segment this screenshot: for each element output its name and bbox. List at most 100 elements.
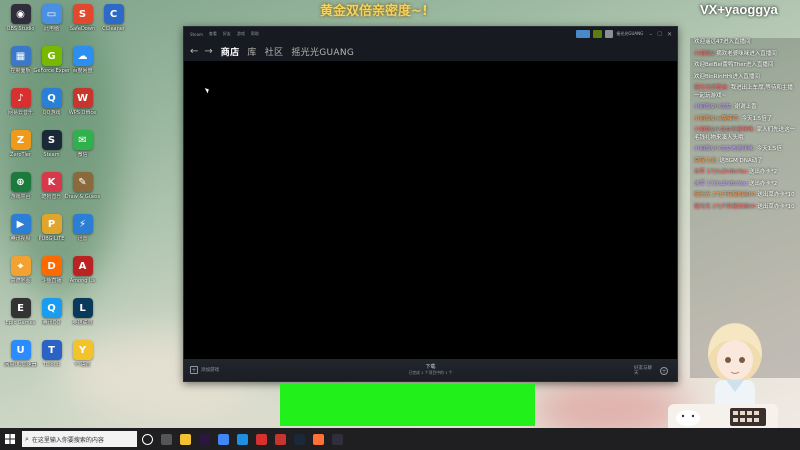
chat-message: 冰军 17|YuZhiBoYao 送出办卡*2 [690,180,800,190]
account-menu[interactable]: 摇光光GUANG [616,31,643,37]
taskbar-search-box[interactable]: ⌕ 在这里输入你要搜索的内容 [22,431,137,447]
desktop-icon[interactable]: S SafeDown [66,4,99,44]
desktop-icon[interactable]: L 英雄联盟 [66,298,99,338]
desktop-icon[interactable]: ▭ 此电脑 [35,4,68,44]
menu-item-view[interactable]: 查看 [209,31,217,37]
steam-window[interactable]: Steam 查看 好友 游戏 帮助 摇光光GUANG – □ ✕ ← → 商店 … [183,26,678,382]
chat-text: 今天1.5倍 [756,146,782,152]
desktop-icon[interactable]: ⌖ 高德地图 [4,256,37,296]
windows-start-icon[interactable] [1,430,19,448]
chat-text: 这BGM DNA动了 [719,157,763,164]
cortana-icon[interactable] [138,430,156,448]
firefox-icon[interactable] [309,430,327,448]
add-game-button[interactable]: 添加游戏 [201,367,219,373]
maximize-icon[interactable]: □ [657,31,662,37]
chat-text: 今天1.5倍了 [741,115,773,122]
app-icon: ◉ [10,4,31,24]
chat-text: 送出办卡*2 [748,180,778,187]
tab-store[interactable]: 商店 [221,45,240,58]
chat-username: 小丽饭♀小龙女: [694,104,735,110]
wps-icon[interactable] [271,430,289,448]
desktop-icon-label: 迅雷 [77,236,88,242]
search-icon: ⌕ [25,434,29,443]
avatar[interactable] [605,30,614,38]
desktop-icon[interactable]: W WPS Office [66,88,99,128]
desktop-icon[interactable]: E Epic Games [4,298,37,338]
desktop-icon[interactable]: ⚡ 迅雷 [66,214,99,254]
app-icon: ▶ [10,214,31,234]
desktop-icon[interactable]: K 酷狗音乐 [35,172,68,212]
desktop-icon[interactable]: S Steam [35,130,68,170]
netease-music-icon[interactable] [252,430,270,448]
desktop-icon[interactable]: ✉ 微信 [66,130,99,170]
chat-text: 送出草办卡*10 [757,203,795,210]
friends-chat-label: 好友与聊天 [634,366,652,376]
chat-username: 摇光光 27|只有摇如画00 [694,203,758,210]
desktop-icon[interactable]: ▦ 控制面板 [4,46,37,86]
app-icon: D [41,256,62,276]
adobe-premiere-icon[interactable] [195,430,213,448]
app-icon: ☁ [72,46,93,66]
app-icon: ✎ [72,172,93,192]
tab-profile[interactable]: 摇光光GUANG [291,45,354,58]
chat-message: 小丽饭♀ne酸辣鸡: 今天1.5倍了 [690,115,800,125]
desktop-icon[interactable]: D 斗鱼直播 [35,256,68,296]
desktop-icon[interactable]: ⊕ 游戏平台 [4,172,37,212]
desktop-icon-label: Among Us [69,278,96,284]
desktop-icon[interactable]: Z ZeroTier [4,130,37,170]
desktop-icon[interactable]: P PUBG LITE [35,214,68,254]
chat-message: 小丽饭♀小龙女老婆咪咪: 家人们先送这一毛钱礼物来凑人头哦 [690,126,800,143]
desktop-icon[interactable]: ♪ 网易云音乐 [4,88,37,128]
notification-icon[interactable] [593,30,603,38]
windows-taskbar: ⌕ 在这里输入你要搜索的内容 [0,428,800,450]
desktop-icon[interactable]: Y YY语音 [66,340,99,380]
chat-message: 冰军 17|YuZhiBoYao 送出办卡*2 [690,168,800,178]
chat-text: 欢迎遥远47进入直播间 [694,39,751,45]
steam-icon[interactable] [290,430,308,448]
desktop-icon[interactable]: A Among Us [66,256,99,296]
desktop-icon[interactable]: U 网易UU加速器 [4,340,37,380]
desktop-icon[interactable]: ☁ 百度网盘 [66,46,99,86]
app-icon: Q [41,88,62,108]
desktop-icon[interactable]: Q QQ游戏 [35,88,68,128]
tab-library[interactable]: 库 [247,45,256,58]
app-icon: P [41,214,62,234]
chat-username: 冰军 17|YuZhiBoYao [694,169,749,175]
app-icon: ▦ [10,46,31,66]
menu-item-friends[interactable]: 好友 [223,31,231,37]
chrome-icon[interactable] [214,430,232,448]
minimize-icon[interactable]: – [649,31,652,38]
download-status[interactable]: 下载 已完成 1 个项目中的 1 个 [409,363,453,376]
desktop-icon[interactable]: Q 腾讯QQ [35,298,68,338]
chat-text: 谢谢上香 [734,104,757,110]
close-icon[interactable]: ✕ [667,31,672,38]
broadcast-icon[interactable] [576,30,591,38]
app-icon: W [72,88,93,108]
desktop-icon[interactable]: ✎ Draw & Guess [65,172,100,212]
chat-username: 摇光光的歌迷: [694,85,731,91]
friends-chat-button[interactable]: 好友与聊天 + [634,366,671,376]
menu-item-games[interactable]: 游戏 [237,31,245,37]
back-arrow-icon[interactable]: ← [190,46,198,57]
menu-item-help[interactable]: 帮助 [251,31,259,37]
desktop-icon[interactable]: ▶ 腾讯视频 [4,214,37,254]
add-game-icon[interactable]: + [190,366,198,374]
desktop-icon[interactable]: C CCleaner [97,4,130,44]
chat-message: 小丽饭♀小龙女: 谢谢上香 [690,103,800,113]
desktop-icon[interactable]: GGeForce Experience [34,46,70,86]
edge-icon[interactable] [233,430,251,448]
forward-arrow-icon[interactable]: → [204,46,212,57]
desktop-icon[interactable]: ◉ OBS Studio [4,4,37,44]
file-explorer-icon[interactable] [176,430,194,448]
task-view-icon[interactable] [157,430,175,448]
chat-username: 小丽饭♀小龙女老婆咪咪: [694,146,757,152]
chat-text: 欢迎BinRinHHi进入直播间 [694,73,760,80]
menu-item-steam[interactable]: Steam [190,32,203,37]
desktop-icon[interactable]: T TCloud [35,340,68,380]
obs-glyph [331,433,343,445]
app-icon: L [72,298,93,318]
tab-community[interactable]: 社区 [265,45,284,58]
desktop-icon-grid: ◉ OBS Studio ▦ 控制面板 ♪ 网易云音乐 Z ZeroTier ⊕ 游戏平台 ▶ 腾讯视… [0,0,190,428]
search-placeholder: 在这里输入你要搜索的内容 [31,436,104,444]
obs-icon[interactable] [328,430,346,448]
